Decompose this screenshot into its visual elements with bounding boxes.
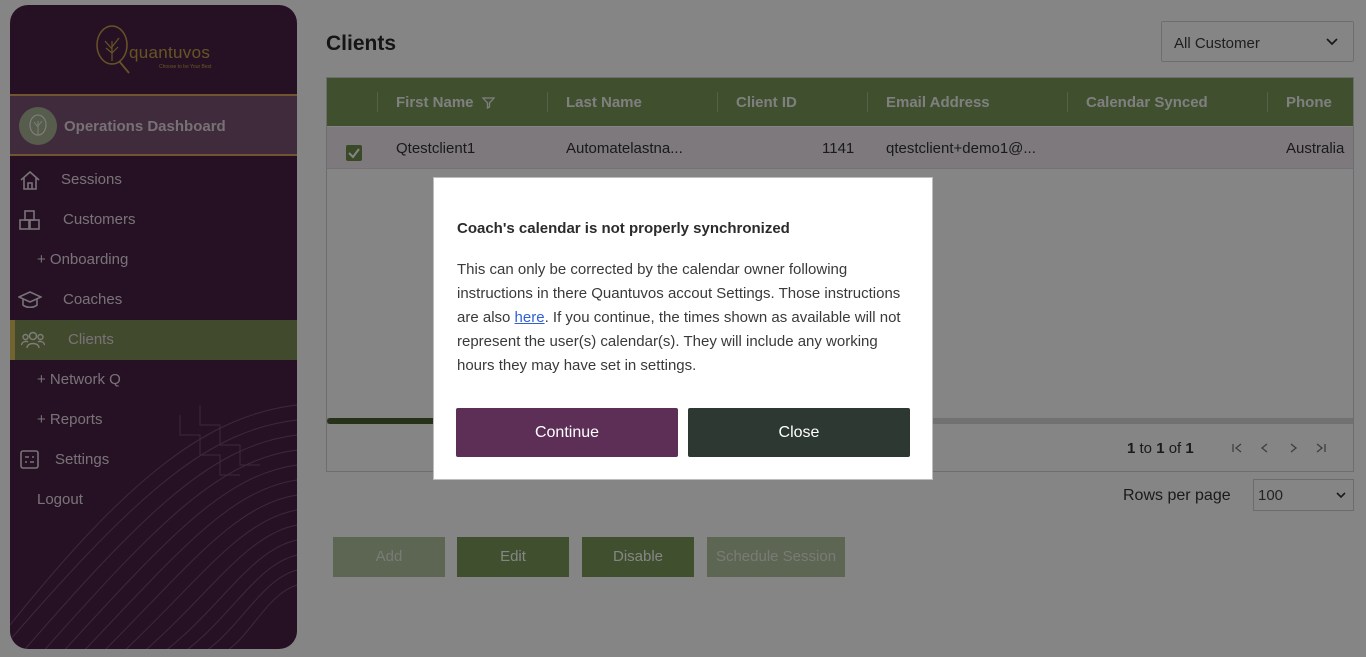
here-link[interactable]: here — [515, 309, 545, 326]
dialog-message: This can only be corrected by the calend… — [457, 258, 907, 378]
continue-button[interactable]: Continue — [456, 408, 678, 457]
dialog-title: Coach's calendar is not properly synchro… — [457, 220, 790, 237]
close-button[interactable]: Close — [688, 408, 910, 457]
calendar-sync-dialog: Coach's calendar is not properly synchro… — [433, 177, 933, 480]
